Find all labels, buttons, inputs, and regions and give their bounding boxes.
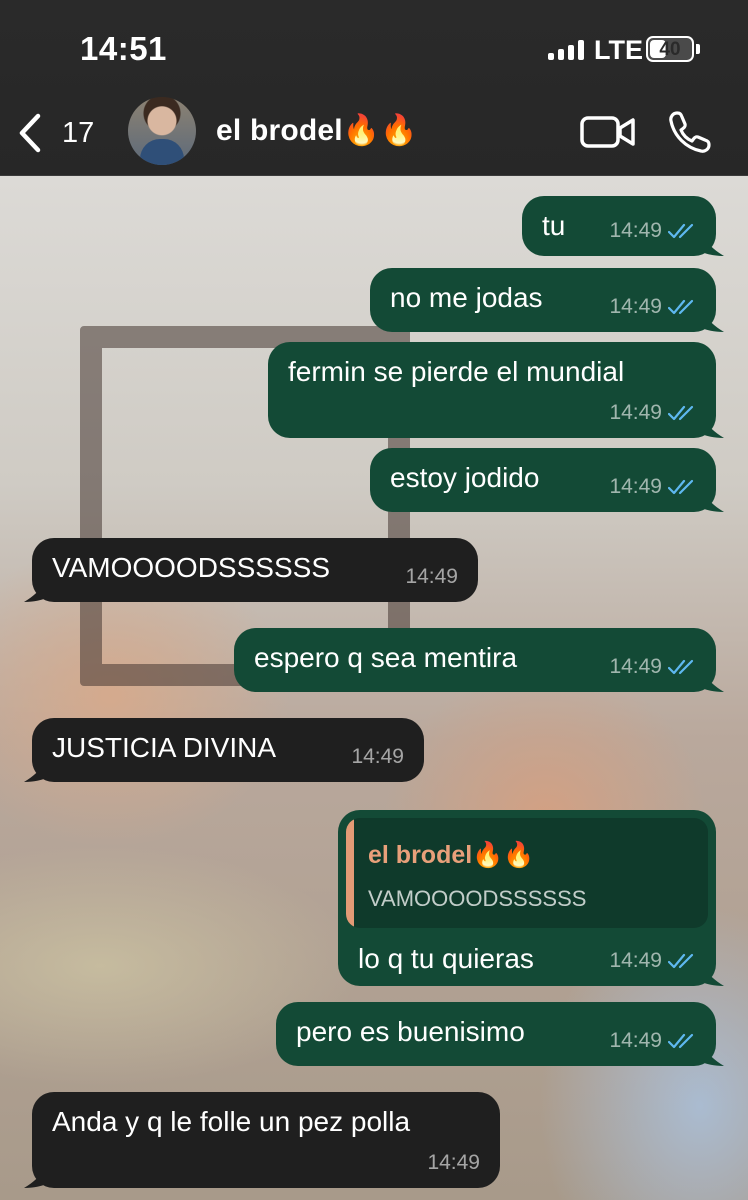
- bubble-tail: [24, 762, 46, 782]
- message-text: lo q tu quieras: [358, 943, 534, 974]
- message-time: 14:49: [609, 949, 662, 972]
- message-text: tu: [542, 210, 566, 241]
- message-meta: 14:49: [609, 396, 698, 430]
- read-ticks-icon: [668, 1033, 694, 1049]
- incoming-message[interactable]: JUSTICIA DIVINA 14:49: [24, 718, 424, 782]
- unread-count: 17: [62, 116, 95, 149]
- bubble-tail: [24, 582, 46, 602]
- message-text: VAMOOOODSSSSSS: [52, 552, 330, 583]
- bubble-tail: [702, 236, 724, 256]
- read-ticks-icon: [668, 659, 694, 675]
- quoted-message[interactable]: el brodel🔥🔥 VAMOOOODSSSSSS: [346, 818, 708, 928]
- bubble-tail: [702, 966, 724, 986]
- phone-icon[interactable]: [668, 110, 712, 154]
- contact-name[interactable]: el brodel🔥🔥: [216, 113, 418, 148]
- read-ticks-icon: [668, 223, 694, 239]
- message-text: estoy jodido: [390, 462, 540, 493]
- read-ticks-icon: [668, 479, 694, 495]
- message-meta: 14:49: [609, 944, 698, 978]
- avatar[interactable]: [128, 97, 196, 165]
- bubble-tail: [702, 672, 724, 692]
- back-button[interactable]: 17: [16, 110, 106, 156]
- message-text: espero q sea mentira: [254, 642, 518, 673]
- incoming-message[interactable]: VAMOOOODSSSSSS 14:49: [24, 538, 478, 602]
- outgoing-message[interactable]: estoy jodido 14:49: [370, 448, 724, 512]
- network-label: LTE: [594, 35, 643, 65]
- outgoing-message[interactable]: fermin se pierde el mundial 14:49: [268, 342, 724, 438]
- read-ticks-icon: [668, 953, 694, 969]
- outgoing-message[interactable]: tu 14:49: [522, 196, 724, 256]
- message-meta: 14:49: [609, 650, 698, 684]
- message-time: 14:49: [609, 1029, 662, 1052]
- chevron-left-icon: [19, 113, 41, 153]
- read-ticks-icon: [668, 405, 694, 421]
- chat-header: 14:51 LTE 40 17 el brodel🔥🔥: [0, 0, 748, 176]
- battery-cap: [696, 44, 700, 54]
- bubble-tail: [702, 312, 724, 332]
- chat-area[interactable]: tu 14:49 no me jodas 14:49 fermin se pierde …: [0, 176, 748, 1200]
- message-time: 14:49: [609, 295, 662, 318]
- message-text: Anda y q le folle un pez polla: [52, 1106, 411, 1137]
- message-text: no me jodas: [390, 282, 543, 313]
- quote-author: el brodel🔥🔥: [368, 841, 535, 869]
- outgoing-message[interactable]: el brodel🔥🔥 VAMOOOODSSSSSS lo q tu quieras…: [338, 810, 724, 986]
- message-text: pero es buenisimo: [296, 1016, 525, 1047]
- message-meta: 14:49: [351, 740, 404, 774]
- video-camera-icon[interactable]: [580, 112, 636, 152]
- message-time: 14:49: [351, 745, 404, 768]
- message-time: 14:49: [609, 401, 662, 424]
- message-time: 14:49: [609, 655, 662, 678]
- outgoing-message[interactable]: pero es buenisimo 14:49: [276, 1002, 724, 1066]
- bubble-tail: [702, 1046, 724, 1066]
- message-time: 14:49: [609, 219, 662, 242]
- read-ticks-icon: [668, 299, 694, 315]
- outgoing-message[interactable]: espero q sea mentira 14:49: [234, 628, 724, 692]
- message-text: JUSTICIA DIVINA: [52, 732, 277, 763]
- battery-percent: 40: [659, 39, 681, 60]
- message-text: fermin se pierde el mundial: [288, 356, 625, 387]
- message-time: 14:49: [427, 1151, 480, 1174]
- battery-icon: 40: [646, 36, 694, 62]
- incoming-message[interactable]: Anda y q le folle un pez polla 14:49: [24, 1092, 500, 1188]
- message-meta: 14:49: [427, 1146, 480, 1180]
- quote-accent-bar: [346, 818, 354, 928]
- status-time: 14:51: [80, 30, 167, 67]
- message-meta: 14:49: [609, 214, 698, 248]
- message-time: 14:49: [609, 475, 662, 498]
- quote-text: VAMOOOODSSSSSS: [368, 886, 587, 911]
- bubble-tail: [702, 418, 724, 438]
- message-meta: 14:49: [405, 560, 458, 594]
- outgoing-message[interactable]: no me jodas 14:49: [370, 268, 724, 332]
- message-time: 14:49: [405, 565, 458, 588]
- message-meta: 14:49: [609, 1024, 698, 1058]
- bubble-tail: [24, 1168, 46, 1188]
- message-meta: 14:49: [609, 470, 698, 504]
- signal-icon: [548, 40, 584, 60]
- message-meta: 14:49: [609, 290, 698, 324]
- bubble-tail: [702, 492, 724, 512]
